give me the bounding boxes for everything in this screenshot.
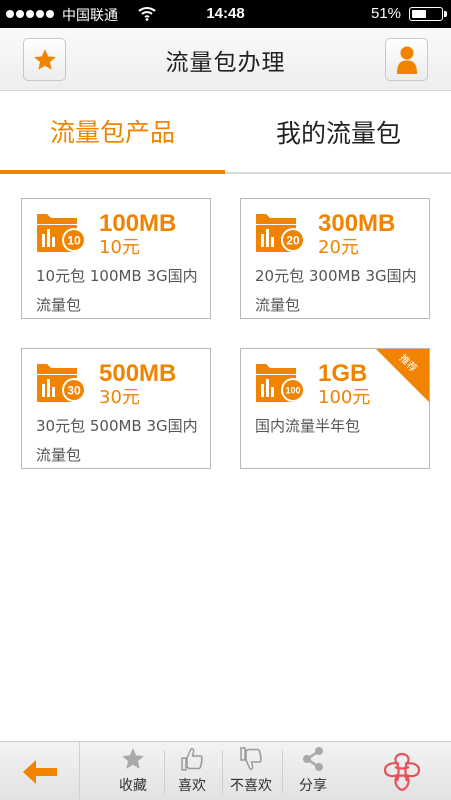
package-description: 国内流量半年包 <box>255 417 361 435</box>
package-card-100mb[interactable]: 10 100MB 10元 10元包 100MB 3G国内流量包 <box>21 198 211 319</box>
data-package-icon: 10 <box>37 214 86 252</box>
package-card-300mb[interactable]: 20 300MB 20元 20元包 300MB 3G国内流量包 <box>240 198 430 319</box>
share-button[interactable]: 分享 <box>284 742 342 800</box>
like-button[interactable]: 喜欢 <box>163 742 221 800</box>
collect-label: 收藏 <box>119 778 147 794</box>
package-badge: 30 <box>67 384 81 398</box>
package-description: 20元包 300MB 3G国内流量包 <box>255 267 417 314</box>
package-badge: 20 <box>286 234 300 248</box>
china-unicom-logo <box>383 752 421 792</box>
tab-my-packages[interactable]: 我的流量包 <box>226 92 451 172</box>
package-price: 10元 <box>99 237 140 258</box>
tab-bar: 流量包产品 我的流量包 <box>0 92 451 174</box>
collect-button[interactable]: 收藏 <box>104 742 162 800</box>
package-card-1gb[interactable]: 100 1GB 100元 国内流量半年包 推荐 <box>240 348 430 469</box>
dislike-button[interactable]: 不喜欢 <box>222 742 280 800</box>
header-bar: 流量包办理 <box>0 28 451 91</box>
battery-percentage: 51% <box>371 5 402 22</box>
package-badge: 100 <box>285 386 300 396</box>
status-bar: 中国联通 14:48 51% <box>0 0 451 28</box>
package-badge: 10 <box>67 234 81 248</box>
arrow-left-icon <box>22 759 57 784</box>
user-icon <box>396 46 417 74</box>
package-price: 30元 <box>99 387 140 408</box>
page-title: 流量包办理 <box>165 50 286 76</box>
package-price: 100元 <box>318 387 371 408</box>
data-package-icon: 20 <box>256 214 305 252</box>
tab-products[interactable]: 流量包产品 <box>0 92 225 174</box>
package-price: 20元 <box>318 237 359 258</box>
thumbs-down-icon <box>240 747 262 770</box>
thumbs-up-icon <box>181 748 203 771</box>
user-button[interactable] <box>385 38 428 81</box>
toolbar-divider <box>282 750 283 794</box>
data-package-icon: 100 <box>256 364 305 402</box>
share-label: 分享 <box>299 778 327 794</box>
package-description: 30元包 500MB 3G国内流量包 <box>36 417 198 464</box>
data-package-icon: 30 <box>37 364 86 402</box>
package-description: 10元包 100MB 3G国内流量包 <box>36 267 198 314</box>
battery-icon <box>409 7 447 21</box>
package-card-500mb[interactable]: 30 500MB 30元 30元包 500MB 3G国内流量包 <box>21 348 211 469</box>
star-icon <box>122 748 144 769</box>
dislike-label: 不喜欢 <box>230 778 272 794</box>
bottom-toolbar: 收藏 喜欢 不喜欢 分享 <box>0 741 451 800</box>
share-icon <box>303 747 323 771</box>
back-button[interactable] <box>0 742 80 800</box>
like-label: 喜欢 <box>178 778 206 794</box>
